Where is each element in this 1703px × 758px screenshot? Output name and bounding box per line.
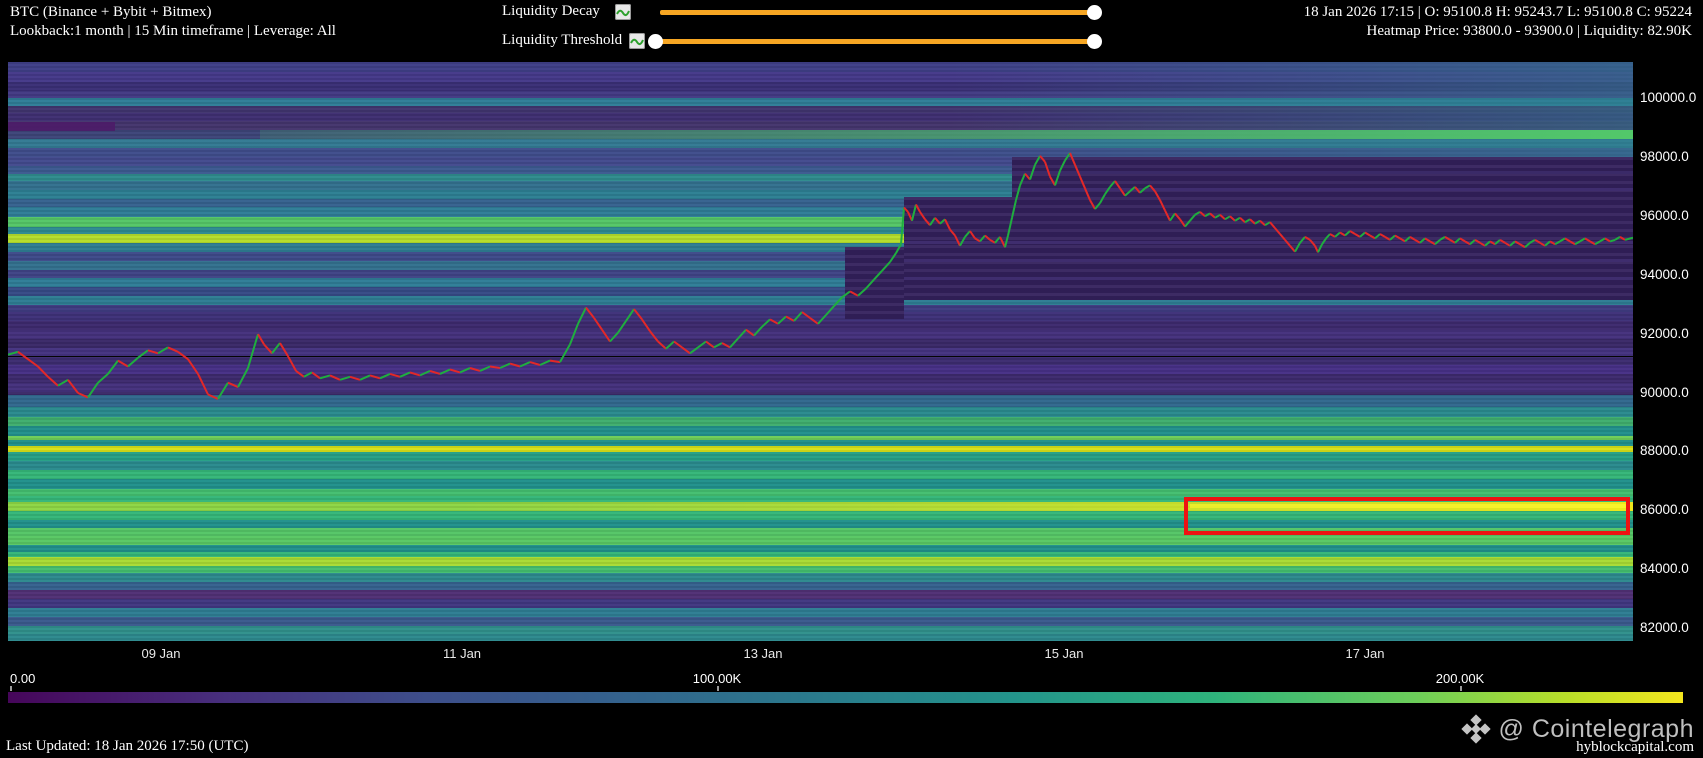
heatmap-price-readout: Heatmap Price: 93800.0 - 93900.0 | Liqui… — [1366, 23, 1692, 39]
colorbar-label: 0.00 — [10, 671, 36, 686]
x-axis-label: 09 Jan — [141, 646, 181, 661]
liquidity-colorbar — [8, 692, 1683, 703]
liquidity-threshold-slider-handle-min[interactable] — [648, 34, 663, 49]
hyblock-heatmap-app: BTC (Binance + Bybit + Bitmex) Lookback:… — [0, 0, 1703, 758]
y-axis-label: 88000.0 — [1640, 443, 1689, 459]
liquidity-threshold-label: Liquidity Threshold — [502, 32, 623, 48]
liquidation-heatmap-chart[interactable]: HYBLOCK — [8, 62, 1633, 641]
price-candle-line — [8, 152, 1633, 400]
y-axis-label: 94000.0 — [1640, 266, 1689, 282]
liquidity-decay-slider-handle[interactable] — [1087, 5, 1102, 20]
last-updated-text: Last Updated: 18 Jan 2026 17:50 (UTC) — [6, 738, 249, 754]
y-axis-label: 96000.0 — [1640, 207, 1689, 223]
colorbar-tick — [1460, 686, 1462, 691]
cointelegraph-diamond-logo — [1460, 714, 1491, 744]
colorbar-label: 200.00K — [1435, 671, 1485, 686]
highlight-annotation-box — [1184, 496, 1630, 536]
colorbar-tick — [717, 686, 719, 691]
scribble-icon — [616, 9, 630, 17]
y-axis-label: 82000.0 — [1640, 620, 1689, 636]
colorbar-label: 100.00K — [692, 671, 742, 686]
y-axis-label: 98000.0 — [1640, 148, 1689, 164]
x-axis-label: 11 Jan — [442, 646, 482, 661]
symbol-title: BTC (Binance + Bybit + Bitmex) — [10, 4, 212, 20]
ohlc-readout: 18 Jan 2026 17:15 | O: 95100.8 H: 95243.… — [1303, 4, 1692, 20]
liquidity-decay-slider-track[interactable] — [660, 10, 1092, 15]
liquidity-decay-label: Liquidity Decay — [502, 3, 600, 19]
y-axis-label: 92000.0 — [1640, 325, 1689, 341]
x-axis-label: 13 Jan — [743, 646, 783, 661]
x-axis-label: 15 Jan — [1044, 646, 1084, 661]
liquidity-threshold-slider-handle-max[interactable] — [1087, 34, 1102, 49]
colorbar-tick — [10, 686, 12, 691]
x-axis-label: 17 Jan — [1345, 646, 1385, 661]
liquidity-decay-settings-icon[interactable] — [615, 4, 631, 20]
liquidity-threshold-settings-icon[interactable] — [629, 33, 645, 49]
y-axis-label: 100000.0 — [1640, 90, 1697, 106]
lookback-timeframe-leverage: Lookback:1 month | 15 Min timeframe | Le… — [10, 23, 336, 39]
y-axis-label: 84000.0 — [1640, 561, 1689, 577]
scribble-icon — [630, 38, 644, 46]
y-axis-label: 86000.0 — [1640, 502, 1689, 518]
liquidity-threshold-slider-track[interactable] — [660, 39, 1092, 44]
y-axis-label: 90000.0 — [1640, 384, 1689, 400]
hyblockcapital-site-text: hyblockcapital.com — [1576, 739, 1694, 755]
